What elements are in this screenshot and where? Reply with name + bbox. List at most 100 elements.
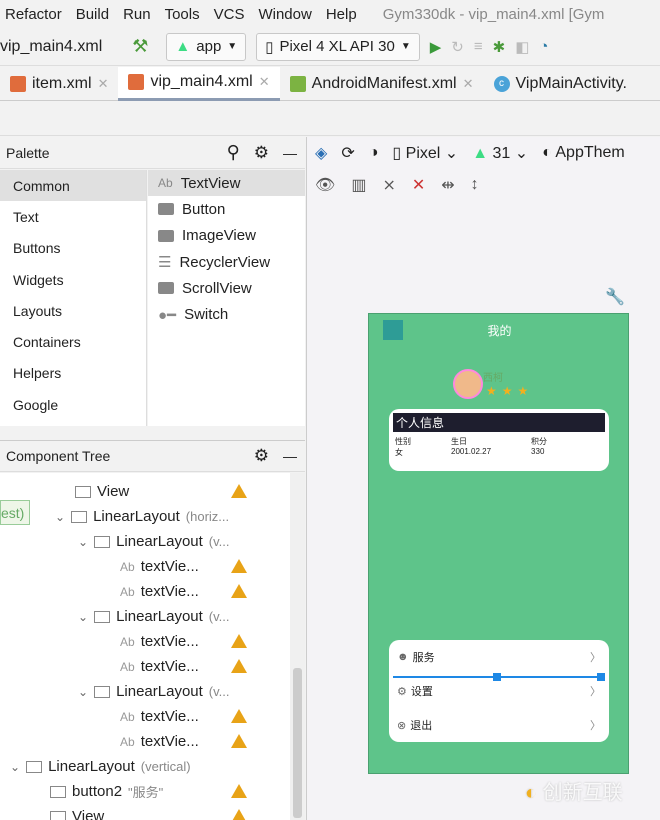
tab-label: AndroidManifest.xml [311,74,457,92]
device-select[interactable]: ▯ Pixel ⌄ [392,143,458,163]
warning-icon[interactable] [231,484,247,498]
eye-icon[interactable]: 👁 [315,175,335,195]
palette-category[interactable]: Text [0,201,146,232]
gear-icon[interactable]: ⚙ [254,143,269,163]
tree-row[interactable]: Ab textVie... [120,554,199,579]
palette-category[interactable]: Containers [0,326,146,357]
breadcrumb-file[interactable]: vip_main4.xml [0,38,102,56]
warning-icon[interactable] [231,634,247,648]
palette-item-button[interactable]: Button [148,196,305,222]
item-label: Button [182,200,226,218]
apply-changes-icon[interactable]: ↻ [451,38,464,56]
menu-run[interactable]: Run [123,6,151,23]
resize-handle[interactable] [597,673,605,681]
layers-icon[interactable]: ◈ [315,143,327,163]
blueprint-icon[interactable]: ▥ [351,175,366,195]
profiler-icon[interactable]: ◔ [539,38,548,55]
warning-icon[interactable] [231,709,247,723]
info-title: 个人信息 [393,413,605,432]
watermark-logo: ◐ 创新互联 [525,782,623,804]
menu-window[interactable]: Window [258,6,311,23]
chevron-down-icon[interactable]: ⌄ [78,535,88,549]
tab-item-xml[interactable]: item.xml ✕ [0,67,118,101]
attach-debugger-icon[interactable]: ◧ [515,38,529,56]
tab-vipmainactivity[interactable]: c VipMainActivity. [484,67,637,101]
resize-handle[interactable] [493,673,501,681]
menu-refactor[interactable]: Refactor [5,6,62,23]
debug-icon[interactable]: ✱ [493,38,506,56]
tab-manifest[interactable]: AndroidManifest.xml ✕ [280,67,484,101]
chevron-down-icon[interactable]: ⌄ [10,760,20,774]
search-icon[interactable]: ⚲ [227,142,240,163]
apply-code-icon[interactable]: ≡ [474,38,483,55]
menu-service[interactable]: ☻ 服务 〉 [389,640,609,674]
chevron-down-icon[interactable]: ⌄ [78,610,88,624]
tree-row[interactable]: ⌄ LinearLayout (v... [78,679,230,704]
tree-row[interactable]: Ab textVie... [120,629,199,654]
minimize-icon[interactable]: — [283,145,297,161]
tree-row[interactable]: ⌄ LinearLayout (horiz... [55,504,229,529]
horizontal-guideline-icon[interactable]: ⇹ [441,175,454,195]
palette-category[interactable]: Layouts [0,295,146,326]
menu-build[interactable]: Build [76,6,109,23]
palette-item-imageview[interactable]: ImageView [148,223,305,249]
palette-item-switch[interactable]: ●━ Switch [148,301,305,327]
minimize-icon[interactable]: — [283,448,297,464]
tab-vip-main4[interactable]: vip_main4.xml ✕ [118,66,280,101]
android-icon: ▲ [175,38,191,55]
warning-icon[interactable] [231,559,247,573]
palette-item-scrollview[interactable]: ScrollView [148,275,305,301]
item-label: ScrollView [182,279,252,297]
close-icon[interactable]: ✕ [463,76,474,92]
theme-select[interactable]: ◐ AppThem [542,144,625,162]
clear-constraints-icon[interactable]: ✕ [412,175,425,195]
palette-category[interactable]: Widgets [0,264,146,295]
tree-row[interactable]: ⌄ LinearLayout (vertical) [10,754,191,779]
palette-item-textview[interactable]: Ab TextView [148,170,305,197]
close-icon[interactable]: ✕ [259,74,270,90]
menu-logout[interactable]: ⊗ 退出 〉 [389,708,609,742]
run-icon[interactable]: ▶ [430,38,442,56]
warning-icon[interactable] [231,734,247,748]
orientation-icon[interactable]: ⟳ [341,143,354,163]
vertical-guideline-icon[interactable]: ↕ [471,176,479,194]
palette-item-recyclerview[interactable]: ☰ RecyclerView [148,249,305,275]
gear-icon[interactable]: ⚙ [254,446,269,466]
manifest-file-icon [289,75,306,92]
autoconnect-icon[interactable]: ⨯ [382,175,395,195]
item-label: RecyclerView [179,253,271,271]
tree-row[interactable]: Ab textVie... [120,729,199,754]
palette-category[interactable]: Google [0,389,146,420]
warning-icon[interactable] [231,784,247,798]
tree-row[interactable]: ⌄ LinearLayout (v... [78,529,230,554]
api-select[interactable]: ▲ 31 ⌄ [472,143,528,163]
chevron-down-icon: ▼ [227,41,238,52]
device-select[interactable]: ▯ Pixel 4 XL API 30 ▼ [256,32,420,61]
hammer-icon[interactable]: ⚒ [132,36,148,57]
tree-row[interactable]: View [75,479,129,504]
module-select[interactable]: ▲ app ▼ [166,32,247,61]
warning-icon[interactable] [231,659,247,673]
wrench-icon[interactable]: 🔧 [605,287,625,307]
chevron-down-icon[interactable]: ⌄ [55,510,65,524]
tree-scrollbar[interactable] [290,473,305,820]
warning-icon[interactable] [231,584,247,598]
close-icon[interactable]: ✕ [98,76,109,92]
tree-row[interactable]: Ab textVie... [120,704,199,729]
tree-row[interactable]: Ab textVie... [120,579,199,604]
phone-preview[interactable]: 我的 西柯 ★★★ 个人信息 性别女 生日 2001.02.27 积分 330 ☻ 服… [368,313,629,774]
menu-tools[interactable]: Tools [165,6,200,23]
menu-vcs[interactable]: VCS [214,6,245,23]
night-mode-icon[interactable]: ◑ [369,144,379,162]
tree-row[interactable]: Ab textVie... [120,654,199,679]
warning-icon[interactable] [231,809,247,820]
palette-category[interactable]: Helpers [0,358,146,389]
tree-row[interactable]: ⌄ LinearLayout (v... [78,604,230,629]
menu-help[interactable]: Help [326,6,357,23]
tree-row[interactable]: View [50,804,104,820]
palette-category[interactable]: Common [0,170,146,202]
palette-category[interactable]: Buttons [0,233,146,264]
tree-row[interactable]: button2 "服务" [50,779,163,804]
menu-label: 服务 [412,652,435,664]
chevron-down-icon[interactable]: ⌄ [78,685,88,699]
